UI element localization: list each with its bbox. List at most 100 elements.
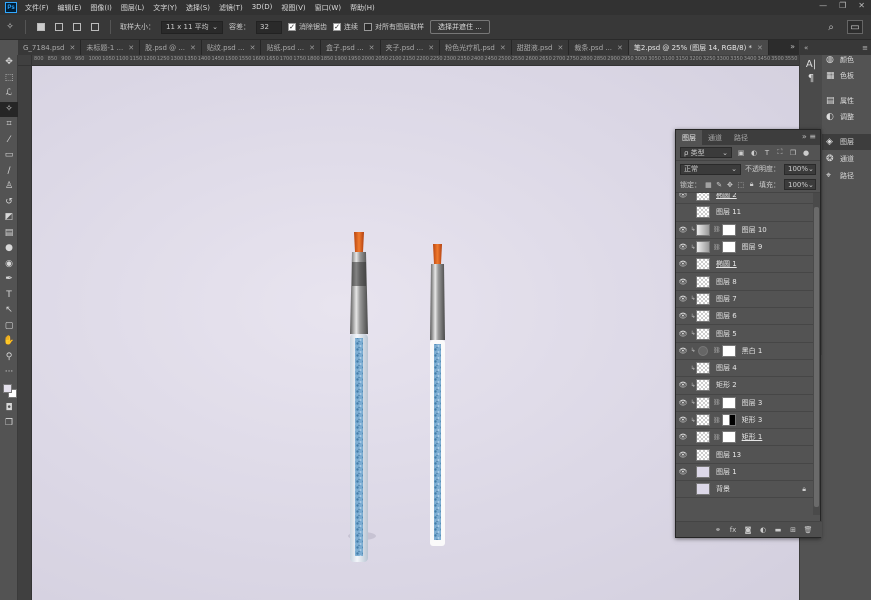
- layer-name[interactable]: 椭圆 1: [716, 259, 737, 269]
- menu-view[interactable]: 视图(V): [281, 3, 305, 13]
- layer-thumbnail[interactable]: [696, 275, 710, 288]
- layer-row[interactable]: 👁︎ ↳ ⛓︎ 黑白 1: [676, 343, 814, 360]
- add-selection-icon[interactable]: [53, 21, 65, 33]
- layer-row[interactable]: 👁︎ ↳ 图层 7: [676, 291, 814, 309]
- layer-row[interactable]: 👁︎ 椭圆 2: [676, 193, 814, 205]
- mask-link-icon[interactable]: ⛓︎: [713, 347, 721, 354]
- layer-thumbnail[interactable]: [696, 396, 710, 409]
- layer-name[interactable]: 图层 6: [716, 311, 737, 321]
- eye-icon[interactable]: 👁︎: [676, 465, 690, 479]
- layer-filter-select[interactable]: ρ 类型 ⌄: [680, 147, 732, 158]
- tab-document[interactable]: G_7184.psd ✕: [18, 40, 82, 55]
- layer-row[interactable]: 👁︎ 图层 8: [676, 274, 814, 291]
- layer-thumbnail[interactable]: [696, 362, 710, 375]
- filter-toggle-icon[interactable]: ●: [802, 149, 810, 157]
- pixel-filter-icon[interactable]: ▣: [737, 149, 745, 157]
- move-tool-icon[interactable]: ✥: [0, 55, 18, 71]
- tab-layers[interactable]: 图层: [676, 130, 702, 145]
- lock-artboard-icon[interactable]: ⬚: [737, 181, 744, 189]
- menu-help[interactable]: 帮助(H): [350, 3, 375, 13]
- eye-hidden-icon[interactable]: 👁︎: [676, 482, 690, 496]
- pen-tool-icon[interactable]: ✒: [0, 272, 18, 288]
- dodge-tool-icon[interactable]: ◉: [0, 257, 18, 273]
- text-character-icon[interactable]: A|: [804, 57, 818, 71]
- tab-document[interactable]: 粉色光疗机.psd ✕: [440, 40, 512, 55]
- mask-link-icon[interactable]: ⛓︎: [713, 244, 721, 251]
- eye-icon[interactable]: 👁︎: [676, 430, 690, 444]
- blend-mode-select[interactable]: 正常 ⌄: [680, 163, 741, 175]
- tab-document[interactable]: 夹子.psd ... ✕: [380, 40, 441, 55]
- layer-row[interactable]: 👁︎ 图层 13: [676, 447, 814, 464]
- layer-thumbnail[interactable]: [696, 241, 710, 254]
- layer-thumbnail[interactable]: [696, 379, 710, 392]
- eye-hidden-icon[interactable]: 👁︎: [676, 205, 690, 219]
- layer-thumbnail[interactable]: [696, 483, 710, 496]
- panel-properties[interactable]: ▤ 属性: [822, 93, 871, 109]
- close-icon[interactable]: ✕: [128, 44, 134, 52]
- select-and-mask-button[interactable]: 选择并遮住 ...: [430, 20, 490, 34]
- layer-name[interactable]: 图层 5: [716, 329, 737, 339]
- smart-object-filter-icon[interactable]: ❐: [789, 149, 797, 157]
- layer-thumbnail[interactable]: [696, 292, 710, 305]
- opacity-input[interactable]: 100% ⌄: [784, 163, 816, 175]
- panel-layers[interactable]: ◈ 图层: [822, 134, 871, 150]
- new-group-icon[interactable]: ▬: [774, 526, 782, 534]
- close-icon[interactable]: ✕: [428, 44, 434, 52]
- add-mask-icon[interactable]: ◙: [744, 526, 752, 534]
- layer-thumbnail[interactable]: [696, 258, 710, 271]
- layer-thumbnail[interactable]: [696, 223, 710, 236]
- layer-row[interactable]: 👁︎ ↳ ⛓︎ 图层 10: [676, 222, 814, 239]
- crop-tool-icon[interactable]: ⌗: [0, 117, 18, 133]
- layer-thumbnail[interactable]: [696, 206, 710, 219]
- screen-mode-icon[interactable]: ❐: [0, 416, 18, 432]
- layer-name[interactable]: 图层 1: [716, 467, 737, 477]
- tab-document[interactable]: 甜甜液.psd ✕: [511, 40, 570, 55]
- layer-name[interactable]: 背景: [716, 484, 730, 494]
- magic-wand-icon[interactable]: ✧: [4, 21, 16, 33]
- menu-layer[interactable]: 图层(L): [121, 3, 144, 13]
- restore-icon[interactable]: ❐: [839, 1, 846, 10]
- eye-icon[interactable]: 👁︎: [676, 257, 690, 271]
- link-layers-icon[interactable]: ⚭: [714, 526, 722, 534]
- healing-brush-tool-icon[interactable]: ▭: [0, 148, 18, 164]
- layer-name[interactable]: 矩形 3: [742, 415, 763, 425]
- eye-icon[interactable]: 👁︎: [676, 223, 690, 237]
- lock-position-icon[interactable]: ✥: [727, 181, 734, 189]
- menu-type[interactable]: 文字(Y): [153, 3, 177, 13]
- all-layers-checkbox[interactable]: 对所有图层取样: [364, 22, 424, 32]
- layer-row[interactable]: 👁︎ ↳ 图层 5: [676, 325, 814, 343]
- type-tool-icon[interactable]: T: [0, 288, 18, 304]
- layer-mask-thumbnail[interactable]: [721, 414, 736, 427]
- layer-name[interactable]: 图层 11: [716, 207, 741, 217]
- eyedropper-tool-icon[interactable]: ⁄: [0, 133, 18, 149]
- lock-image-icon[interactable]: ✎: [716, 181, 723, 189]
- layer-row[interactable]: 👁︎ ↳ ⛓︎ 图层 3: [676, 395, 814, 412]
- layer-name[interactable]: 图层 3: [742, 398, 763, 408]
- lock-transparent-icon[interactable]: ▦: [705, 181, 712, 189]
- layer-mask-thumbnail[interactable]: [721, 241, 736, 254]
- layer-row[interactable]: 👁︎↳图层 4: [676, 360, 814, 378]
- new-layer-icon[interactable]: ⊞: [789, 526, 797, 534]
- eye-icon[interactable]: 👁︎: [676, 344, 690, 358]
- clone-stamp-tool-icon[interactable]: ♙: [0, 179, 18, 195]
- layer-name[interactable]: 图层 4: [716, 363, 737, 373]
- close-icon[interactable]: ✕: [190, 44, 196, 52]
- menu-image[interactable]: 图像(I): [90, 3, 112, 13]
- tab-document[interactable]: 裁条.psd ... ✕: [569, 40, 629, 55]
- magic-wand-tool-icon[interactable]: ✧: [0, 101, 18, 117]
- quick-mask-icon[interactable]: ◘: [0, 401, 18, 417]
- panel-paths[interactable]: ⌖ 路径: [822, 168, 871, 184]
- menu-select[interactable]: 选择(S): [186, 3, 210, 13]
- path-selection-tool-icon[interactable]: ↖: [0, 303, 18, 319]
- close-icon[interactable]: ✕: [558, 44, 564, 52]
- hand-tool-icon[interactable]: ✋: [0, 334, 18, 350]
- layer-name[interactable]: 图层 7: [716, 294, 737, 304]
- close-icon[interactable]: ✕: [617, 44, 623, 52]
- lasso-tool-icon[interactable]: ℒ: [0, 86, 18, 102]
- collapse-icon[interactable]: «: [804, 44, 808, 52]
- close-icon[interactable]: ✕: [369, 44, 375, 52]
- tab-document[interactable]: 贴纹.psd ... ✕: [201, 40, 262, 55]
- color-swatches[interactable]: [0, 381, 18, 401]
- shape-filter-icon[interactable]: ⛶: [776, 148, 784, 157]
- search-icon[interactable]: ⌕: [823, 20, 839, 34]
